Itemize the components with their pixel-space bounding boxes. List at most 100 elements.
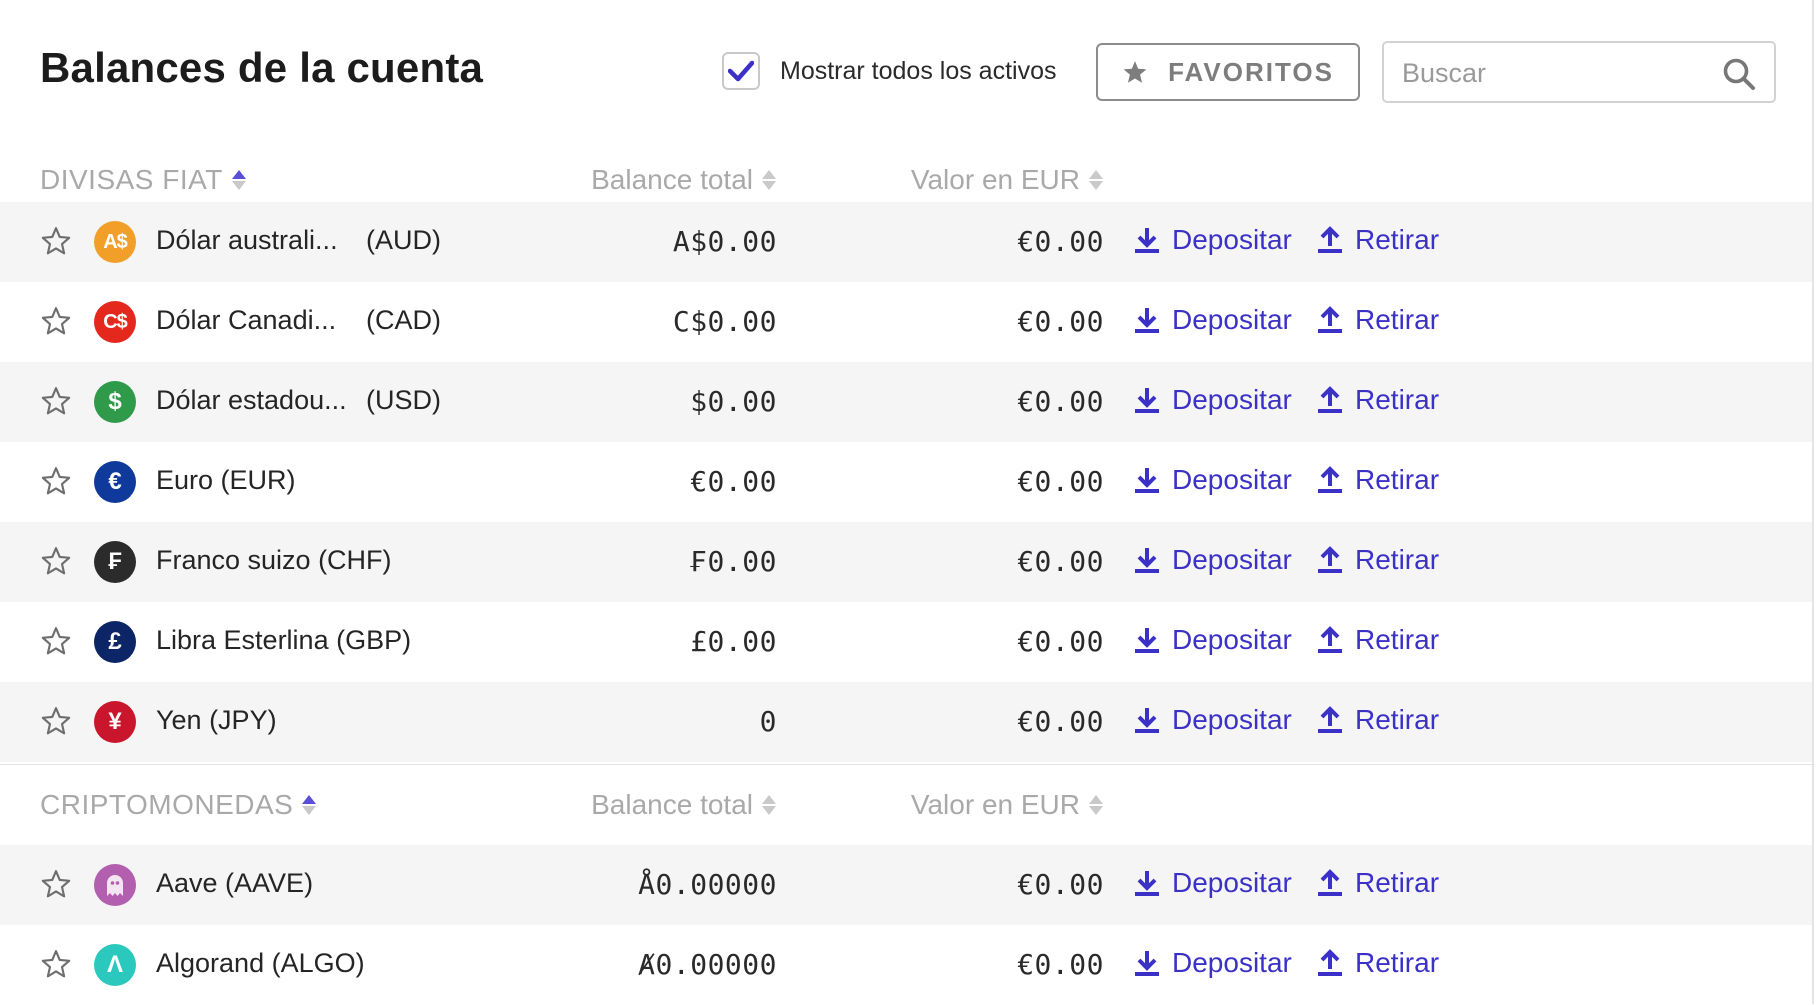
panel-edge bbox=[1812, 0, 1814, 1004]
search-icon[interactable] bbox=[1722, 57, 1756, 91]
favorite-star-icon[interactable] bbox=[40, 306, 72, 337]
table-row: Λ Algorand (ALGO) Ⱥ0.00000 €0.00 Depositar Re… bbox=[0, 925, 1812, 1005]
value-eur: €0.00 bbox=[1017, 948, 1104, 981]
upload-icon bbox=[1318, 869, 1342, 896]
crypto-value-col-header[interactable]: Valor en EUR bbox=[911, 789, 1104, 821]
favorite-star-icon[interactable] bbox=[40, 226, 72, 257]
table-row: C$ Dólar Canadi... (CAD) C$0.00 €0.00 Deposit… bbox=[0, 282, 1812, 362]
withdraw-button[interactable]: Retirar bbox=[1317, 704, 1439, 736]
eur-coin-icon: € bbox=[94, 461, 136, 503]
balance-total: 0 bbox=[759, 705, 777, 738]
show-all-checkbox[interactable] bbox=[722, 52, 760, 90]
search-input[interactable] bbox=[1402, 55, 1702, 91]
favorite-star-icon[interactable] bbox=[40, 949, 72, 980]
cad-coin-icon: C$ bbox=[94, 301, 136, 343]
balance-total: A$0.00 bbox=[672, 225, 777, 258]
deposit-button[interactable]: Depositar bbox=[1134, 624, 1292, 656]
balance-total: €0.00 bbox=[690, 465, 777, 498]
show-all-assets-toggle[interactable]: Mostrar todos los activos bbox=[722, 52, 1057, 90]
deposit-button[interactable]: Depositar bbox=[1134, 224, 1292, 256]
upload-icon bbox=[1318, 546, 1342, 573]
deposit-label: Depositar bbox=[1172, 224, 1292, 255]
withdraw-button[interactable]: Retirar bbox=[1317, 464, 1439, 496]
crypto-value-col-label: Valor en EUR bbox=[910, 789, 1080, 820]
asset-name: Euro (EUR) bbox=[156, 465, 296, 495]
upload-icon bbox=[1318, 626, 1342, 653]
asset-name: Franco suizo (CHF) bbox=[156, 545, 392, 575]
check-icon bbox=[728, 60, 754, 82]
deposit-label: Depositar bbox=[1172, 867, 1292, 898]
asset-name: Libra Esterlina (GBP) bbox=[156, 625, 412, 655]
deposit-button[interactable]: Depositar bbox=[1134, 947, 1292, 979]
asset-name: Algorand (ALGO) bbox=[156, 948, 365, 978]
favorite-star-icon[interactable] bbox=[40, 546, 72, 577]
balance-total: Ⱥ0.00000 bbox=[638, 948, 777, 981]
show-all-label: Mostrar todos los activos bbox=[780, 56, 1057, 85]
balance-total: Å0.00000 bbox=[638, 868, 777, 901]
deposit-button[interactable]: Depositar bbox=[1134, 304, 1292, 336]
sort-asc-icon bbox=[302, 795, 317, 815]
table-row: Aave (AAVE) Å0.00000 €0.00 Depositar Retirar bbox=[0, 845, 1812, 925]
withdraw-label: Retirar bbox=[1355, 384, 1440, 415]
asset-name: Dólar estadou... bbox=[156, 385, 347, 415]
deposit-label: Depositar bbox=[1172, 544, 1292, 575]
withdraw-button[interactable]: Retirar bbox=[1317, 384, 1439, 416]
asset-name: Dólar australi... bbox=[156, 225, 338, 255]
withdraw-button[interactable]: Retirar bbox=[1317, 304, 1439, 336]
asset-name: Dólar Canadi... bbox=[156, 305, 337, 335]
deposit-button[interactable]: Depositar bbox=[1134, 464, 1292, 496]
withdraw-button[interactable]: Retirar bbox=[1317, 947, 1439, 979]
download-icon bbox=[1135, 951, 1159, 976]
star-filled-icon bbox=[1123, 60, 1147, 83]
asset-name: Yen (JPY) bbox=[156, 705, 277, 735]
download-icon bbox=[1135, 388, 1159, 413]
upload-icon bbox=[1318, 226, 1342, 253]
download-icon bbox=[1135, 308, 1159, 333]
value-eur: €0.00 bbox=[1017, 705, 1104, 738]
deposit-button[interactable]: Depositar bbox=[1134, 867, 1292, 899]
favorites-button[interactable]: FAVORITOS bbox=[1096, 43, 1360, 101]
fiat-balance-col-header[interactable]: Balance total bbox=[591, 164, 777, 196]
table-row: € Euro (EUR) €0.00 €0.00 Depositar Retirar bbox=[0, 442, 1812, 522]
crypto-sort-header[interactable]: CRIPTOMONEDAS bbox=[40, 789, 317, 821]
account-balances-panel: Balances de la cuenta Mostrar todos los … bbox=[0, 0, 1820, 1004]
withdraw-label: Retirar bbox=[1355, 624, 1440, 655]
asset-name: Aave (AAVE) bbox=[156, 868, 314, 898]
withdraw-label: Retirar bbox=[1355, 224, 1440, 255]
withdraw-label: Retirar bbox=[1355, 947, 1440, 978]
sort-icon bbox=[1089, 795, 1103, 815]
deposit-button[interactable]: Depositar bbox=[1134, 704, 1292, 736]
withdraw-button[interactable]: Retirar bbox=[1317, 544, 1439, 576]
balance-total: $0.00 bbox=[690, 385, 777, 418]
value-eur: €0.00 bbox=[1017, 868, 1104, 901]
favorite-star-icon[interactable] bbox=[40, 706, 72, 737]
fiat-section-label: DIVISAS FIAT bbox=[40, 164, 223, 195]
favorite-star-icon[interactable] bbox=[40, 386, 72, 417]
deposit-button[interactable]: Depositar bbox=[1134, 544, 1292, 576]
value-eur: €0.00 bbox=[1017, 545, 1104, 578]
table-row: ¥ Yen (JPY) 0 €0.00 Depositar Retirar bbox=[0, 682, 1812, 762]
favorite-star-icon[interactable] bbox=[40, 466, 72, 497]
withdraw-button[interactable]: Retirar bbox=[1317, 867, 1439, 899]
sort-icon bbox=[762, 170, 776, 190]
fiat-value-col-label: Valor en EUR bbox=[910, 164, 1080, 195]
download-icon bbox=[1135, 228, 1159, 253]
deposit-label: Depositar bbox=[1172, 464, 1292, 495]
withdraw-button[interactable]: Retirar bbox=[1317, 224, 1439, 256]
deposit-button[interactable]: Depositar bbox=[1134, 384, 1292, 416]
download-icon bbox=[1135, 548, 1159, 573]
fiat-value-col-header[interactable]: Valor en EUR bbox=[911, 164, 1104, 196]
crypto-balance-col-header[interactable]: Balance total bbox=[591, 789, 777, 821]
favorites-label: FAVORITOS bbox=[1168, 56, 1334, 87]
upload-icon bbox=[1318, 306, 1342, 333]
value-eur: €0.00 bbox=[1017, 225, 1104, 258]
asset-code: (CAD) bbox=[366, 305, 441, 335]
favorite-star-icon[interactable] bbox=[40, 626, 72, 657]
favorite-star-icon[interactable] bbox=[40, 869, 72, 900]
table-row: A$ Dólar australi... (AUD) A$0.00 €0.00 Depos… bbox=[0, 202, 1812, 282]
withdraw-label: Retirar bbox=[1355, 867, 1440, 898]
fiat-sort-header[interactable]: DIVISAS FIAT bbox=[40, 164, 247, 196]
withdraw-button[interactable]: Retirar bbox=[1317, 624, 1439, 656]
value-eur: €0.00 bbox=[1017, 305, 1104, 338]
download-icon bbox=[1135, 871, 1159, 896]
